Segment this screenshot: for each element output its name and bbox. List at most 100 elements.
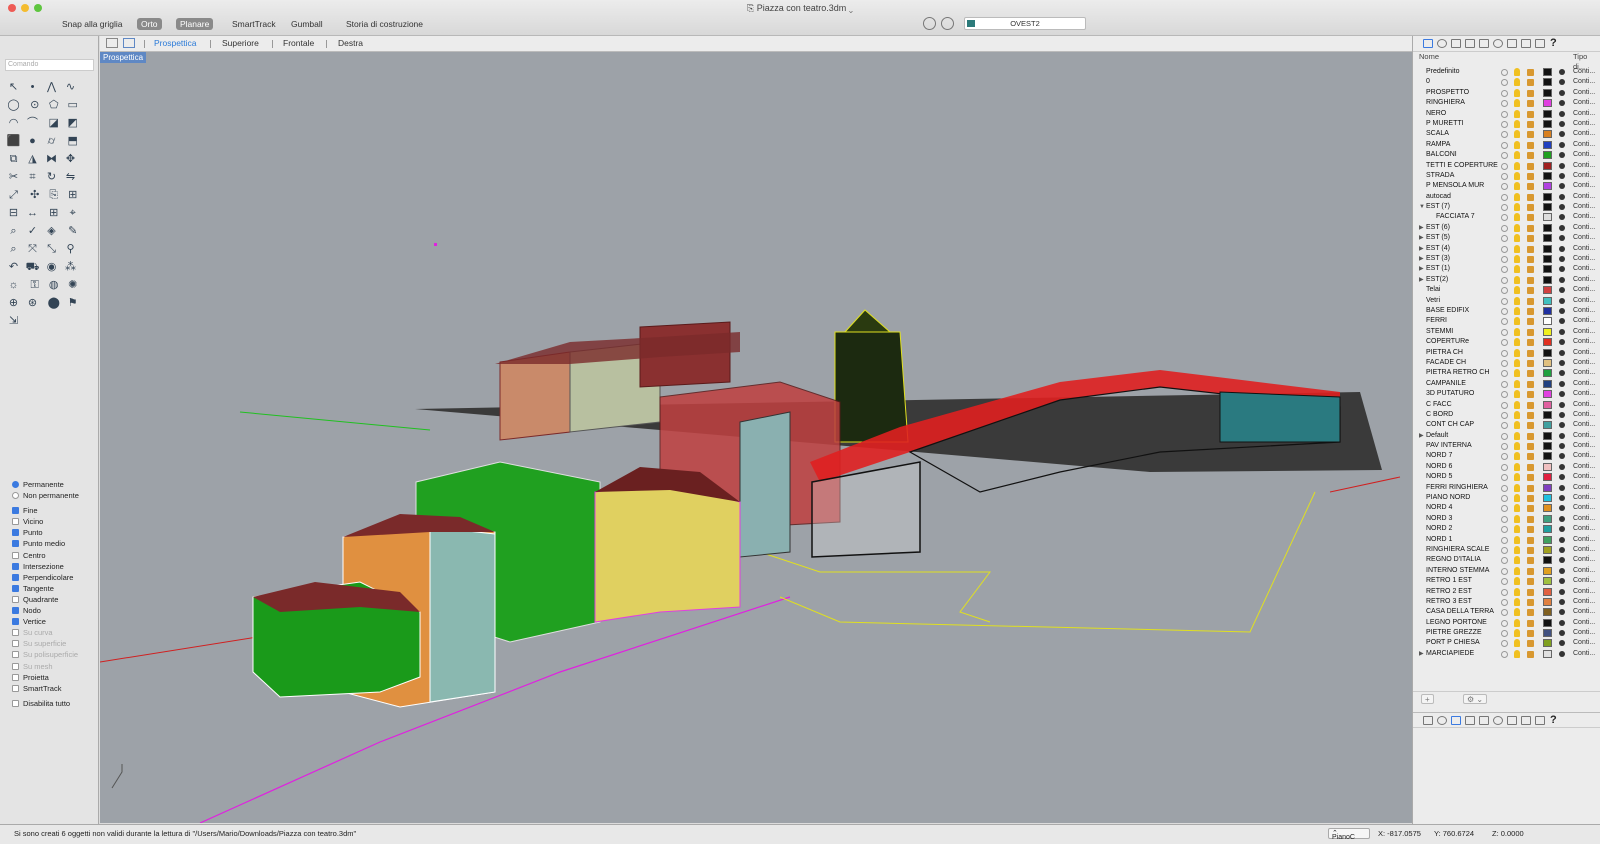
layer-row[interactable]: C BORD Conti... [1413,410,1600,420]
lock-icon[interactable] [1527,515,1534,523]
layer-row[interactable]: ▶ Default Conti... [1413,431,1600,441]
lock-icon[interactable] [1527,89,1534,97]
current-layer-icon[interactable] [1501,370,1508,378]
undo-icon[interactable]: ↶ [6,259,22,275]
layers-icon[interactable] [1423,716,1433,725]
current-layer-icon[interactable] [1501,453,1508,461]
visibility-bulb-icon[interactable] [1514,192,1520,201]
lock-icon[interactable] [1527,131,1534,139]
fillet-icon[interactable]: ⌒ [25,115,41,131]
layer-row[interactable]: REGNO D'ITALIA Conti... [1413,555,1600,565]
material-icon[interactable] [1559,172,1565,179]
material-icon[interactable] [1559,193,1565,200]
layer-color-swatch[interactable] [1543,192,1552,201]
current-layer-icon[interactable] [1501,588,1508,596]
visibility-bulb-icon[interactable] [1514,161,1520,170]
document-icon[interactable] [1451,716,1461,725]
visibility-bulb-icon[interactable] [1514,358,1520,367]
material-icon[interactable] [1559,432,1565,439]
layer-color-swatch[interactable] [1543,514,1552,523]
layer-row[interactable]: INTERNO STEMMA Conti... [1413,566,1600,576]
lock-icon[interactable] [1527,598,1534,606]
flag-icon[interactable]: ⚑ [65,295,81,311]
visibility-bulb-icon[interactable] [1514,130,1520,139]
layer-row[interactable]: PORT P CHIESA Conti... [1413,638,1600,648]
help-icon[interactable]: ? [1550,37,1557,49]
osnap-option[interactable]: Su superficie [12,638,98,649]
arc-icon[interactable]: ◠ [6,115,22,131]
polyline-icon[interactable]: ⋀ [44,79,60,95]
current-layer-icon[interactable] [1501,380,1508,388]
lock-icon[interactable] [1527,505,1534,513]
layer-row[interactable]: Predefinito Conti... [1413,67,1600,77]
current-layer-icon[interactable] [1501,578,1508,586]
material-icon[interactable] [1559,536,1565,543]
current-layer-icon[interactable] [1501,204,1508,212]
visibility-bulb-icon[interactable] [1514,504,1520,513]
layer-color-swatch[interactable] [1543,379,1552,388]
layer-color-swatch[interactable] [1543,473,1552,482]
visibility-bulb-icon[interactable] [1514,68,1520,76]
explode-icon[interactable]: ✥ [63,151,79,167]
layer-row[interactable]: ▶ EST (3) Conti... [1413,254,1600,264]
named-view-select[interactable]: OVEST2 [964,17,1086,30]
current-layer-icon[interactable] [1501,328,1508,336]
osnap-option[interactable]: SmartTrack [12,683,98,694]
lock-icon[interactable] [1527,370,1534,378]
layer-row[interactable]: ▶ EST (4) Conti... [1413,244,1600,254]
lock-icon[interactable] [1527,318,1534,326]
current-layer-icon[interactable] [1501,484,1508,492]
lock-icon[interactable]: ⚿ [27,277,43,293]
material-icon[interactable] [1559,141,1565,148]
material-icon[interactable] [1559,505,1565,512]
scale-icon[interactable]: ⤢ [6,187,22,203]
eye-icon[interactable]: ◉ [44,259,60,275]
current-layer-icon[interactable] [1501,307,1508,315]
layers-icon[interactable] [1423,39,1433,48]
current-layer-icon[interactable] [1501,401,1508,409]
layer-color-swatch[interactable] [1543,182,1552,191]
osnap-option[interactable]: Su curva [12,627,98,638]
help-icon[interactable]: ? [1550,714,1557,726]
current-layer-icon[interactable] [1501,89,1508,97]
layer-color-swatch[interactable] [1543,494,1552,503]
visibility-bulb-icon[interactable] [1514,255,1520,264]
visibility-bulb-icon[interactable] [1514,473,1520,482]
mirror-icon[interactable]: ⇋ [63,169,79,185]
layer-row[interactable]: RETRO 1 EST Conti... [1413,576,1600,586]
layer-color-swatch[interactable] [1543,545,1552,554]
lock-icon[interactable] [1527,495,1534,503]
lock-icon[interactable] [1527,359,1534,367]
layer-row[interactable]: C FACC Conti... [1413,400,1600,410]
layer-color-swatch[interactable] [1543,255,1552,264]
command-input[interactable]: Comando [5,59,94,71]
lock-icon[interactable] [1527,100,1534,108]
lock-icon[interactable] [1527,536,1534,544]
transform-icon[interactable]: ⇲ [6,313,22,329]
visibility-bulb-icon[interactable] [1514,327,1520,336]
display-icon[interactable] [1507,716,1517,725]
layer-row[interactable]: RINGHIERA SCALE Conti... [1413,545,1600,555]
material-icon[interactable] [1559,640,1565,647]
layer-color-swatch[interactable] [1543,410,1552,419]
layer-color-swatch[interactable] [1543,597,1552,606]
visibility-bulb-icon[interactable] [1514,338,1520,347]
visibility-bulb-icon[interactable] [1514,577,1520,586]
visibility-bulb-icon[interactable] [1514,649,1520,658]
array-icon[interactable]: ⊞ [65,187,81,203]
visibility-bulb-icon[interactable] [1514,535,1520,544]
visibility-bulb-icon[interactable] [1514,223,1520,232]
material-icon[interactable] [1559,339,1565,346]
layer-row[interactable]: CAMPANILE Conti... [1413,379,1600,389]
osnap-disable-all[interactable]: Disabilita tutto [12,698,98,709]
visibility-bulb-icon[interactable] [1514,431,1520,440]
osnap-option[interactable]: Vicino [12,516,98,527]
material-icon[interactable] [1559,224,1565,231]
osnap-option[interactable]: Proietta [12,672,98,683]
car-icon[interactable]: ⛟ [25,259,41,275]
light-bulb-icon[interactable] [1493,716,1503,725]
circle-icon[interactable]: ◯ [6,97,22,113]
lock-icon[interactable] [1527,297,1534,305]
visibility-bulb-icon[interactable] [1514,400,1520,409]
layer-color-swatch[interactable] [1543,566,1552,575]
